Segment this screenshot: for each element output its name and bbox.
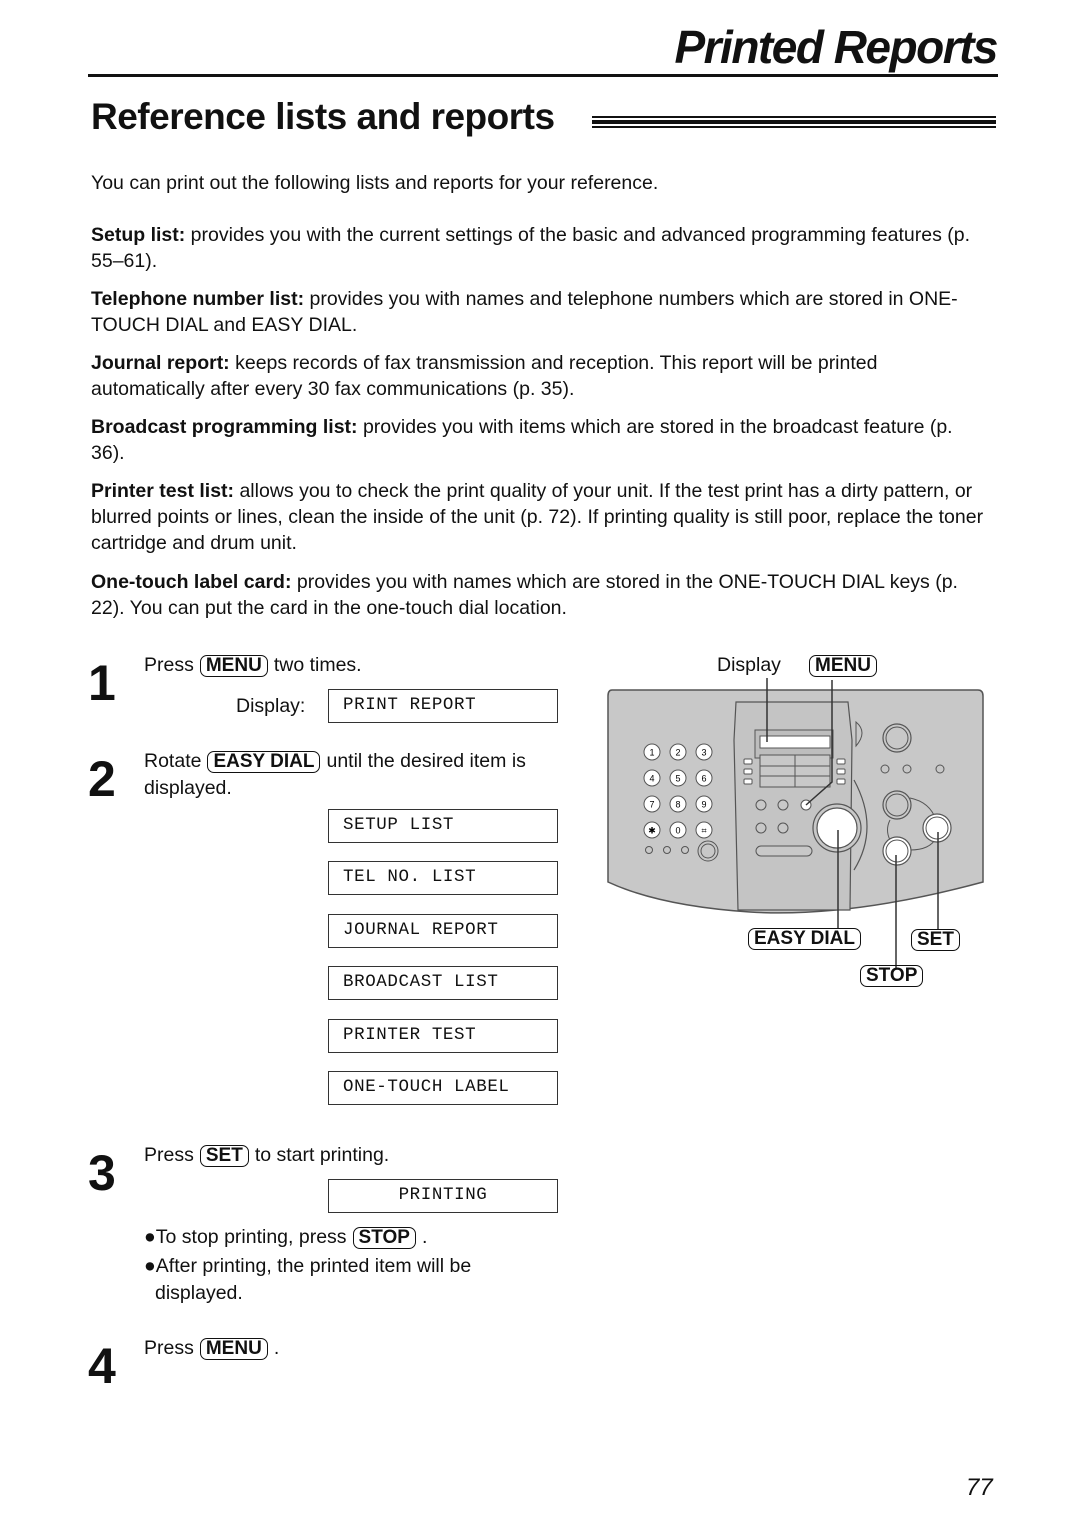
keypad-key-label: 1 (649, 748, 654, 758)
chapter-rule (88, 74, 998, 77)
chapter-title: Printed Reports (674, 21, 998, 73)
keypad-key-label: 7 (649, 800, 654, 810)
definition-term: Setup list: (91, 224, 186, 246)
diagram-stop-label: STOP (854, 965, 929, 987)
diagram-display-label: Display (717, 654, 781, 676)
set-key: SET (199, 1145, 249, 1167)
diagram-set-label: SET (905, 929, 966, 951)
slot (755, 845, 813, 857)
stop-key: STOP (860, 965, 924, 987)
step-2-instruction: Rotate EASY DIAL until the desired item is (144, 748, 526, 774)
section-title: Reference lists and reports (91, 96, 555, 137)
step-4-instruction: Press MENU. (144, 1335, 279, 1361)
step-1-instruction: Press MENU two times. (144, 652, 362, 678)
step-text: . (273, 1337, 280, 1359)
step-3-instruction: Press SET to start printing. (144, 1142, 389, 1168)
bullet-text: . (421, 1226, 428, 1248)
keypad-key-label: 5 (675, 774, 680, 784)
step-text: Press (144, 1337, 194, 1359)
keypad-key-label: ✱ (648, 826, 656, 836)
definition-term: Journal report: (91, 352, 230, 374)
step-text: two times. (273, 654, 362, 676)
display-label: Display: (236, 695, 306, 717)
definition-term: Printer test list: (91, 480, 235, 502)
keypad-key-label: 6 (701, 774, 706, 784)
definition-term: Telephone number list: (91, 288, 305, 310)
step-2-instruction-line2: displayed. (144, 777, 232, 799)
menu-key: MENU (809, 655, 877, 677)
definition-one-touch-label-card: One-touch label card: provides you with … (91, 569, 991, 621)
step-text: until the desired item is (326, 750, 526, 772)
definition-broadcast-list: Broadcast programming list: provides you… (91, 414, 991, 466)
bullet-after-printing-line2: displayed. (155, 1282, 243, 1304)
lcd-display-setup-list: SETUP LIST (328, 809, 558, 843)
menu-key: MENU (199, 655, 268, 677)
section-title-rules (592, 116, 996, 132)
keypad-key-label: 3 (701, 748, 706, 758)
definition-text: provides you with the current settings o… (91, 224, 971, 272)
bullet-after-printing: ●After printing, the printed item will b… (144, 1255, 472, 1277)
definition-journal-report: Journal report: keeps records of fax tra… (91, 350, 991, 402)
step-4-number: 4 (88, 1338, 116, 1394)
fax-control-panel-diagram: 1 2 3 4 5 6 7 8 9 ✱ 0 ⌗ Display MENU EASY DIAL SET … (600, 650, 1000, 1000)
lcd-display-tel-no-list: TEL NO. LIST (328, 861, 558, 895)
step-text: to start printing. (254, 1144, 390, 1166)
definition-term: Broadcast programming list: (91, 416, 358, 438)
definition-telephone-number-list: Telephone number list: provides you with… (91, 286, 991, 338)
step-text: Press (144, 1144, 194, 1166)
easy-dial-knob (816, 807, 858, 849)
bullet-text: ●To stop printing, press (144, 1226, 347, 1248)
page-number: 77 (966, 1474, 993, 1501)
keypad-key-label: 4 (649, 774, 654, 784)
keypad-key-label: 8 (675, 800, 680, 810)
lcd-display-one-touch-label: ONE-TOUCH LABEL (328, 1071, 558, 1105)
lcd-display-broadcast-list: BROADCAST LIST (328, 966, 558, 1000)
menu-key: MENU (199, 1338, 268, 1360)
stop-key: STOP (352, 1227, 416, 1249)
easy-dial-key: EASY DIAL (748, 928, 862, 950)
keypad-key-label: 9 (701, 800, 706, 810)
bullet-stop-printing: ●To stop printing, press STOP. (144, 1224, 427, 1251)
keypad-key-label: ⌗ (701, 826, 706, 836)
diagram-easy-dial-label: EASY DIAL (742, 928, 867, 950)
step-1-number: 1 (88, 655, 116, 711)
lcd-display-printer-test: PRINTER TEST (328, 1019, 558, 1053)
lcd-display-printing: PRINTING (328, 1179, 558, 1213)
diagram-menu-label: MENU (803, 655, 883, 677)
step-text: Rotate (144, 750, 202, 772)
easy-dial-key: EASY DIAL (207, 751, 321, 773)
keypad-key-label: 0 (675, 826, 680, 836)
intro-text: You can print out the following lists an… (91, 172, 659, 194)
definition-printer-test-list: Printer test list: allows you to check t… (91, 478, 991, 556)
step-3-number: 3 (88, 1145, 116, 1201)
lcd-display-print-report: PRINT REPORT (328, 689, 558, 723)
definition-setup-list: Setup list: provides you with the curren… (91, 222, 991, 274)
lcd-display-journal-report: JOURNAL REPORT (328, 914, 558, 948)
definition-term: One-touch label card: (91, 571, 292, 593)
keypad-key-label: 2 (675, 748, 680, 758)
set-key: SET (911, 929, 960, 951)
step-2-number: 2 (88, 751, 116, 807)
step-text: Press (144, 654, 194, 676)
display-window (759, 735, 831, 749)
